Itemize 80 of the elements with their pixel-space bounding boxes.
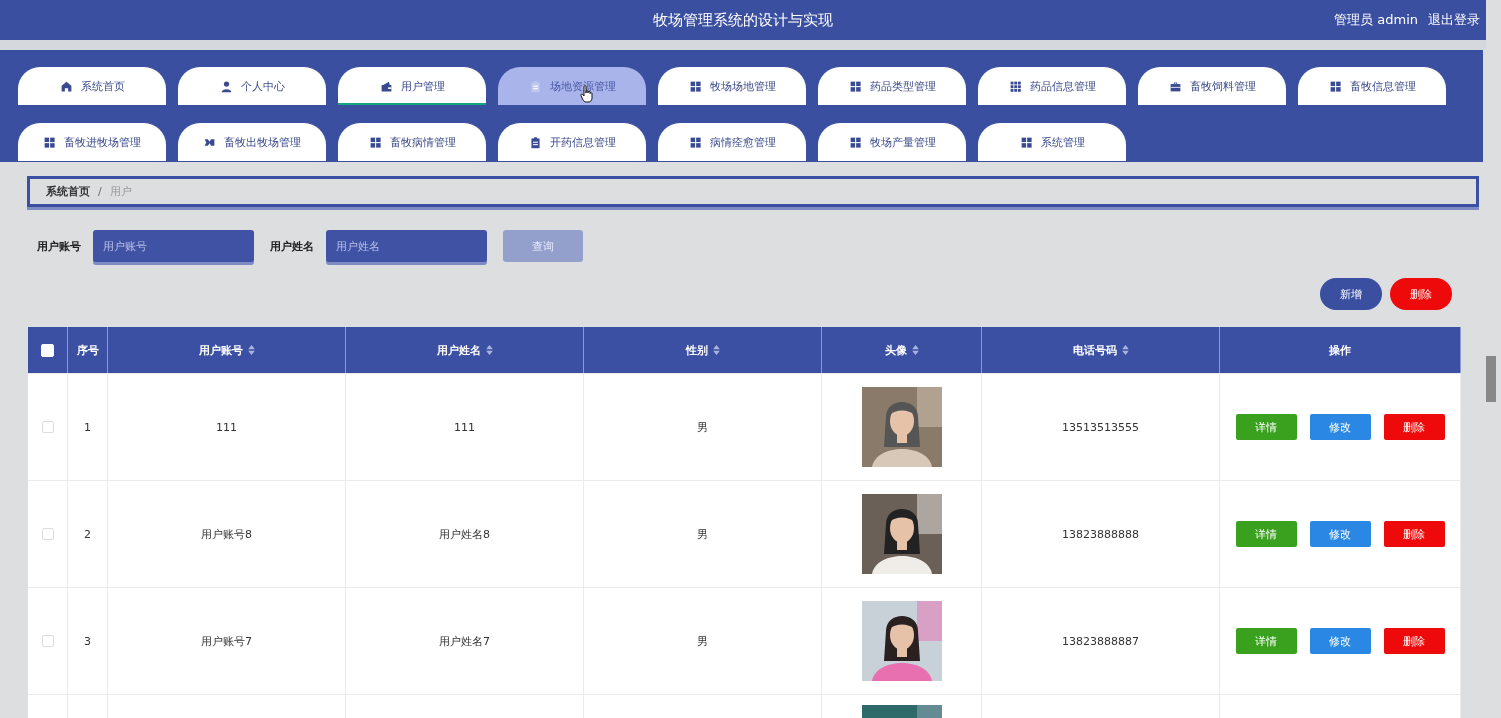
table-cell: 男 (697, 526, 708, 542)
field-label: 用户账号 (37, 238, 81, 254)
nav-tab[interactable]: 病情痊愈管理 (658, 123, 806, 161)
row-checkbox[interactable] (41, 421, 54, 433)
breadcrumb-item: 用户 (109, 184, 132, 199)
table-cell: 111 (216, 420, 237, 434)
row-checkbox[interactable] (41, 635, 54, 647)
user-icon (219, 79, 233, 93)
column-header[interactable]: 头像 (884, 342, 919, 358)
delete-button[interactable]: 删除 (1383, 414, 1445, 440)
sort-icon[interactable] (485, 345, 493, 355)
sort-icon[interactable] (712, 345, 720, 355)
column-header[interactable]: 用户姓名 (436, 342, 493, 358)
breadcrumb-separator: / (98, 185, 102, 198)
table-cell: 3 (84, 634, 91, 648)
nav-tab[interactable]: 畜牧病情管理 (338, 123, 486, 161)
select-all-checkbox[interactable] (41, 343, 54, 357)
nav-tab[interactable]: 开药信息管理 (498, 123, 646, 161)
column-header: 操作 (1329, 342, 1351, 358)
edit-button[interactable]: 修改 (1309, 414, 1371, 440)
column-header[interactable]: 电话号码 (1072, 342, 1129, 358)
delete-button[interactable]: 删除 (1383, 628, 1445, 654)
nav-tab[interactable]: 畜牧信息管理 (1298, 67, 1446, 105)
table-cell: 1 (84, 420, 91, 434)
delete-button[interactable]: 删除 (1383, 521, 1445, 547)
nav-tab[interactable]: 系统首页 (18, 67, 166, 105)
table-cell: 用户姓名7 (439, 633, 490, 649)
nav-tab[interactable]: 畜牧饲料管理 (1138, 67, 1286, 105)
edit-button[interactable]: 修改 (1309, 628, 1371, 654)
column-header: 序号 (76, 342, 99, 358)
column-header[interactable]: 性别 (685, 342, 720, 358)
delete-button[interactable]: 删除 (1390, 278, 1452, 310)
row-checkbox[interactable] (41, 528, 54, 540)
logout-link[interactable]: 退出登录 (1428, 11, 1480, 29)
clipboard-icon (528, 79, 542, 93)
grid-icon (43, 135, 56, 149)
nav-tab[interactable]: 系统管理 (978, 123, 1126, 161)
nav-tab[interactable]: 药品类型管理 (818, 67, 966, 105)
nav-tab[interactable]: 牧场产量管理 (818, 123, 966, 161)
search-field[interactable]: 用户账号 (93, 230, 254, 262)
nav-tab[interactable]: 畜牧进牧场管理 (18, 123, 166, 161)
sort-icon[interactable] (1121, 345, 1129, 355)
grid-icon (848, 135, 862, 149)
table-cell: 13513513555 (1062, 420, 1139, 434)
table-cell: 13823888887 (1062, 634, 1139, 648)
table-cell: 用户账号8 (201, 526, 252, 542)
add-button[interactable]: 新增 (1320, 278, 1382, 310)
user-label: 管理员 admin (1334, 11, 1418, 29)
field-label: 用户姓名 (270, 238, 314, 254)
home-icon (59, 79, 73, 93)
grid-icon (1328, 79, 1342, 93)
search-field[interactable]: 用户姓名 (326, 230, 487, 262)
clipboard-icon (528, 135, 542, 149)
sort-icon[interactable] (247, 345, 255, 355)
table-cell: 2 (84, 527, 91, 541)
table-cell: 用户账号7 (201, 633, 252, 649)
table-cell: 男 (697, 633, 708, 649)
table-cell: 111 (454, 420, 475, 434)
nav-tab[interactable]: 畜牧出牧场管理 (178, 123, 326, 161)
column-header[interactable]: 用户账号 (198, 342, 255, 358)
grid-icon (1019, 135, 1033, 149)
briefcase-icon (1168, 79, 1182, 93)
grid-icon (688, 79, 702, 93)
scrollbar-thumb[interactable] (1486, 356, 1496, 402)
app-title: 牧场管理系统的设计与实现 (653, 10, 833, 30)
breadcrumb-item[interactable]: 系统首页 (46, 184, 90, 199)
table-cell: 男 (697, 419, 708, 435)
grid-icon (688, 135, 702, 149)
grid-icon (1008, 79, 1022, 93)
table-cell: 用户姓名8 (439, 526, 490, 542)
nav-tab[interactable]: 用户管理 (338, 67, 486, 105)
nav-tab[interactable]: 牧场场地管理 (658, 67, 806, 105)
grid-icon (368, 135, 382, 149)
grid-icon (848, 79, 862, 93)
sort-icon[interactable] (911, 345, 919, 355)
edit-button[interactable]: 修改 (1309, 521, 1371, 547)
wallet-icon (379, 79, 393, 93)
table-cell: 13823888888 (1062, 527, 1139, 541)
nav-tab[interactable]: 个人中心 (178, 67, 326, 105)
nav-tab[interactable]: 药品信息管理 (978, 67, 1126, 105)
